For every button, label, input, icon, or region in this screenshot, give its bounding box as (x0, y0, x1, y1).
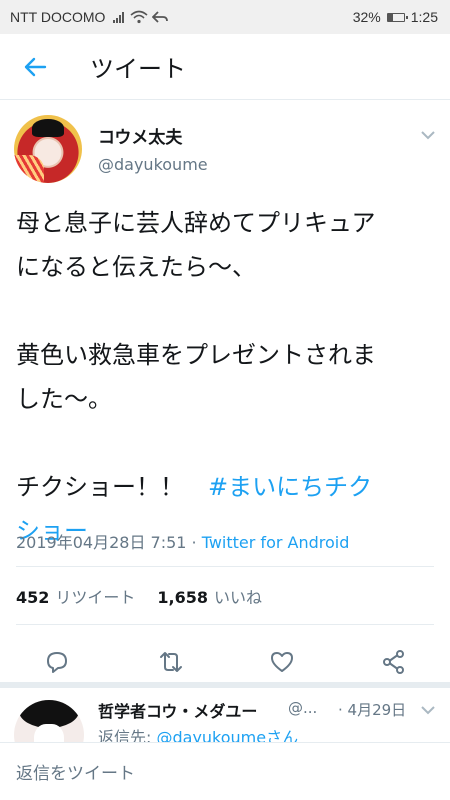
divider (16, 624, 434, 625)
app-bar: ツイート (0, 34, 450, 100)
status-bar: NTT DOCOMO 32% 1:25 (0, 0, 450, 34)
arrow-left-icon (24, 57, 47, 76)
reply-icon[interactable] (43, 648, 71, 676)
tweet-text-paragraph: 母と息子に芸人辞めてプリキュア になると伝えたら〜、 (16, 209, 376, 281)
tweet-stats: 452 リツイート 1,658 いいね (16, 584, 262, 608)
reply-item[interactable]: 哲学者コウ・メダユー @... · 4月29日 返信先: @dayukoumeさ… (0, 688, 450, 770)
reply-date: · 4月29日 (338, 701, 407, 719)
author-handle[interactable]: @dayukoume (98, 155, 208, 174)
signal-icon (113, 11, 125, 23)
avatar[interactable] (14, 115, 82, 183)
tweet-actions (0, 636, 450, 686)
back-button[interactable] (0, 34, 70, 100)
tweet-text-paragraph: チクショー！！ (16, 473, 208, 501)
like-label[interactable]: いいね (214, 584, 262, 608)
author-name[interactable]: コウメ太夫 (98, 123, 182, 148)
chevron-down-icon[interactable] (420, 704, 436, 716)
reply-input[interactable]: 返信をツイート (16, 759, 135, 784)
retweet-count[interactable]: 452 (16, 588, 49, 607)
retweet-label[interactable]: リツイート (55, 584, 135, 608)
tweet-text: 母と息子に芸人辞めてプリキュア になると伝えたら〜、 黄色い救急車をプレゼントさ… (16, 201, 436, 553)
carrier-name: NTT DOCOMO (10, 9, 106, 25)
battery-icon (386, 12, 408, 22)
tweet-text-paragraph: 黄色い救急車をプレゼントされま した〜。 (16, 341, 376, 413)
like-icon[interactable] (268, 648, 296, 676)
tweet-meta: 2019年04月28日 7:51 · Twitter for Android (16, 529, 349, 553)
retweet-icon[interactable] (157, 648, 185, 676)
clock: 1:25 (410, 9, 438, 25)
chevron-down-icon[interactable] (420, 129, 436, 141)
battery-percent: 32% (352, 9, 381, 25)
like-count[interactable]: 1,658 (157, 588, 208, 607)
page-title: ツイート (90, 55, 186, 83)
wifi-icon (130, 10, 148, 24)
divider (16, 566, 434, 567)
timestamp: 2019年04月28日 7:51 · (16, 533, 202, 552)
reply-author-handle[interactable]: @... (288, 699, 317, 717)
source-link[interactable]: Twitter for Android (202, 533, 350, 552)
reply-composer[interactable]: 返信をツイート (0, 742, 450, 800)
data-arrow-icon (152, 11, 169, 23)
share-icon[interactable] (380, 648, 408, 676)
reply-author-name[interactable]: 哲学者コウ・メダユー (98, 698, 288, 722)
